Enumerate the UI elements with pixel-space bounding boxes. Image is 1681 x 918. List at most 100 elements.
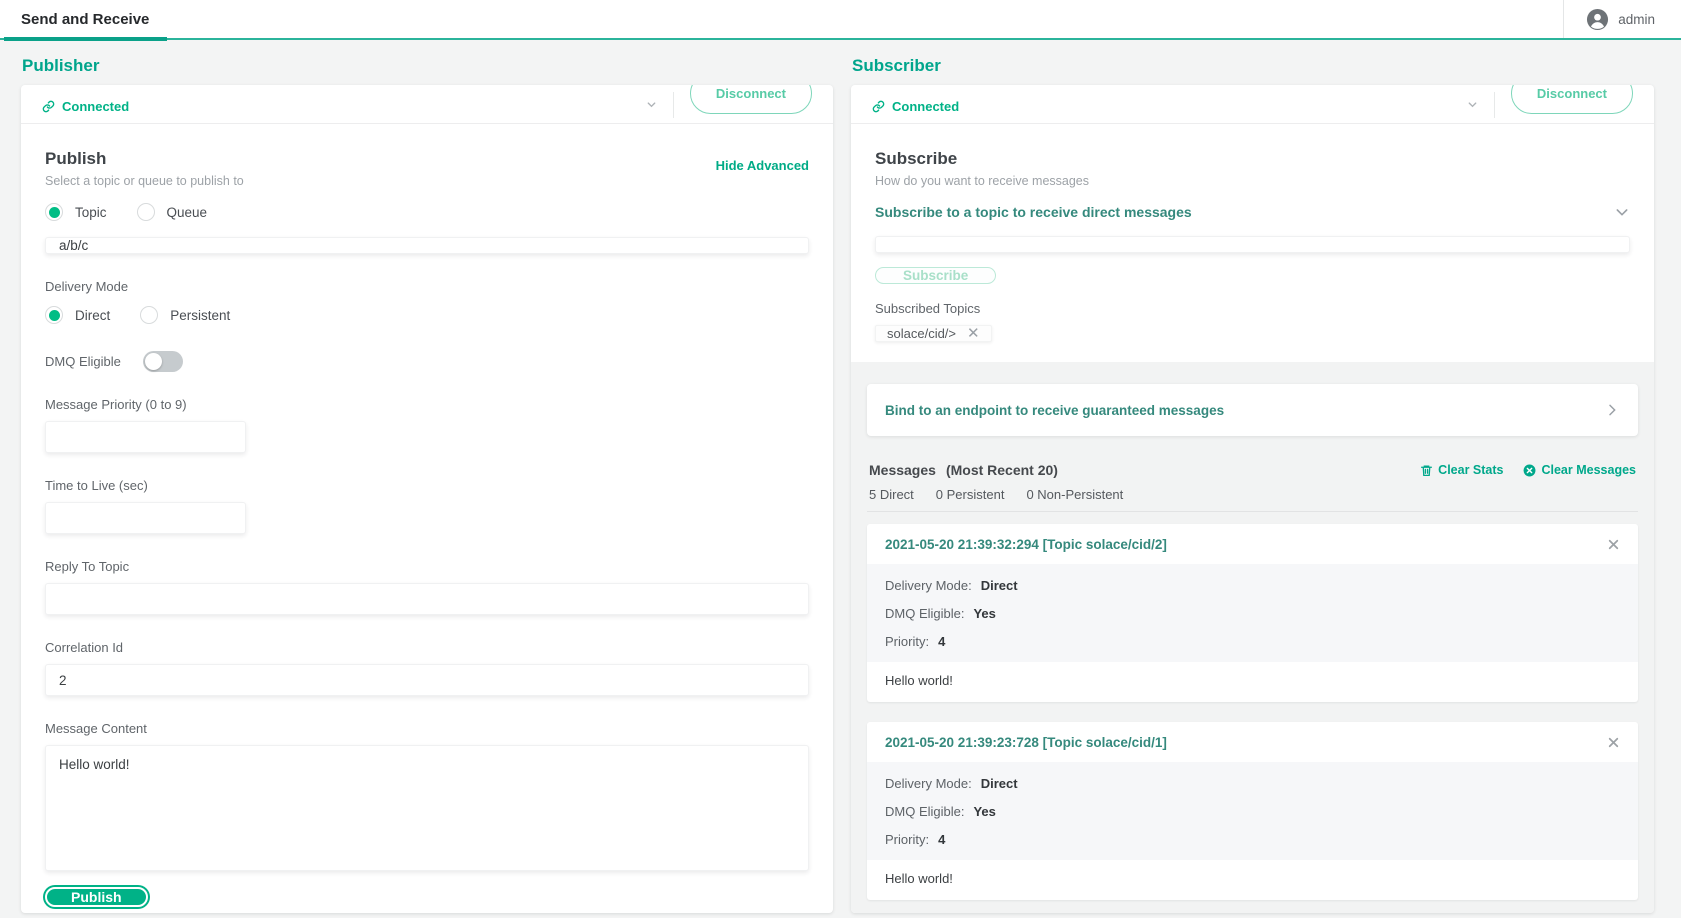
messages-header: Messages(Most Recent 20) Clear Stats — [867, 462, 1638, 478]
subscribe-topic-input[interactable] — [875, 236, 1630, 253]
radio-persistent[interactable]: Persistent — [140, 306, 230, 324]
subscriber-panel: Subscriber Connected Disconnect — [851, 40, 1654, 913]
subscriber-card: Connected Disconnect Subscribe How do yo… — [851, 85, 1654, 913]
close-icon[interactable] — [1607, 736, 1620, 749]
publisher-connection-row: Connected Disconnect — [21, 85, 833, 124]
radio-direct-dot — [45, 306, 63, 324]
reply-to-topic-field: Reply To Topic — [45, 559, 809, 615]
bind-endpoint-expander[interactable]: Bind to an endpoint to receive guarantee… — [867, 384, 1638, 436]
bind-endpoint-label: Bind to an endpoint to receive guarantee… — [885, 403, 1224, 418]
tab-send-and-receive[interactable]: Send and Receive — [4, 0, 167, 38]
content: Publisher Connected Disconnect — [0, 40, 1681, 913]
publisher-panel: Publisher Connected Disconnect — [21, 40, 833, 913]
x-circle-icon — [1523, 464, 1536, 477]
clear-stats-label: Clear Stats — [1438, 463, 1503, 477]
publish-title: Publish — [45, 149, 244, 169]
toggle-knob — [145, 353, 162, 370]
stats-divider — [867, 511, 1638, 512]
message-details: Delivery Mode:Direct DMQ Eligible:Yes Pr… — [867, 762, 1638, 860]
correlation-id-label: Correlation Id — [45, 640, 809, 655]
message-priority-input[interactable] — [45, 421, 246, 453]
subscribe-subtitle: How do you want to receive messages — [875, 174, 1630, 188]
message-field: DMQ Eligible:Yes — [885, 797, 1620, 825]
radio-topic[interactable]: Topic — [45, 203, 107, 221]
stat-persistent: 0 Persistent — [936, 487, 1005, 502]
radio-queue[interactable]: Queue — [137, 203, 208, 221]
radio-persistent-dot — [140, 306, 158, 324]
subscriber-connection-row: Connected Disconnect — [851, 85, 1654, 124]
subscriber-disconnect-button[interactable]: Disconnect — [1511, 85, 1633, 114]
direct-subscribe-label: Subscribe to a topic to receive direct m… — [875, 204, 1192, 220]
message-stats: 5 Direct 0 Persistent 0 Non-Persistent — [867, 487, 1638, 502]
message-card: 2021-05-20 21:39:23:728 [Topic solace/ci… — [867, 722, 1638, 900]
dmq-eligible-field: DMQ Eligible — [45, 351, 809, 372]
top-bar: Send and Receive admin — [0, 0, 1681, 40]
remove-topic-icon[interactable]: ✕ — [967, 326, 980, 341]
publisher-disconnect-button[interactable]: Disconnect — [690, 85, 812, 114]
subscribe-title: Subscribe — [875, 149, 1630, 169]
chevron-down-icon[interactable] — [646, 99, 657, 110]
message-body: Hello world! — [867, 662, 1638, 702]
subscriber-heading: Subscriber — [852, 56, 1654, 76]
messages-title: Messages(Most Recent 20) — [869, 462, 1058, 478]
subscriber-connection-actions: Disconnect — [1467, 90, 1633, 118]
subscribe-section: Subscribe How do you want to receive mes… — [851, 124, 1654, 913]
delivery-mode-label: Delivery Mode — [45, 279, 809, 294]
delivery-mode-field: Delivery Mode Direct Persistent — [45, 279, 809, 324]
close-icon[interactable] — [1607, 538, 1620, 551]
message-field: Priority:4 — [885, 627, 1620, 655]
clear-messages-link[interactable]: Clear Messages — [1523, 463, 1636, 477]
message-field: Delivery Mode:Direct — [885, 769, 1620, 797]
subscriber-connection-status: Connected — [872, 99, 959, 114]
message-card: 2021-05-20 21:39:32:294 [Topic solace/ci… — [867, 524, 1638, 702]
user-menu[interactable]: admin — [1564, 0, 1681, 38]
message-timestamp-link[interactable]: 2021-05-20 21:39:23:728 [Topic solace/ci… — [885, 735, 1167, 750]
publisher-connection-status: Connected — [42, 99, 129, 114]
message-field: Delivery Mode:Direct — [885, 571, 1620, 599]
publisher-card: Connected Disconnect Publish S — [21, 85, 833, 913]
message-details: Delivery Mode:Direct DMQ Eligible:Yes Pr… — [867, 564, 1638, 662]
hide-advanced-link[interactable]: Hide Advanced — [716, 158, 809, 173]
user-avatar-icon — [1586, 8, 1609, 31]
publish-section: Publish Select a topic or queue to publi… — [21, 124, 833, 913]
publish-topic-input[interactable] — [45, 237, 809, 254]
radio-queue-label: Queue — [167, 205, 208, 220]
trash-icon — [1420, 464, 1433, 477]
correlation-id-field: Correlation Id — [45, 640, 809, 696]
try-me-page: Send and Receive admin Publisher Connect… — [0, 0, 1681, 918]
publish-button[interactable]: Publish — [45, 887, 148, 907]
tab-label: Send and Receive — [21, 11, 149, 28]
stat-direct: 5 Direct — [869, 487, 914, 502]
clear-stats-link[interactable]: Clear Stats — [1420, 463, 1503, 477]
correlation-id-input[interactable] — [45, 664, 809, 696]
subscribe-button[interactable]: Subscribe — [875, 267, 996, 284]
radio-topic-dot — [45, 203, 63, 221]
link-icon — [42, 100, 55, 113]
radio-direct-label: Direct — [75, 308, 110, 323]
dmq-eligible-toggle[interactable] — [143, 351, 183, 372]
radio-persistent-label: Persistent — [170, 308, 230, 323]
reply-to-topic-input[interactable] — [45, 583, 809, 615]
message-content-textarea[interactable]: Hello world! — [45, 745, 809, 871]
stat-non-persistent: 0 Non-Persistent — [1026, 487, 1123, 502]
messages-area: Bind to an endpoint to receive guarantee… — [851, 362, 1654, 913]
chevron-down-icon[interactable] — [1467, 99, 1478, 110]
direct-subscribe-expander[interactable]: Subscribe to a topic to receive direct m… — [875, 204, 1630, 220]
time-to-live-label: Time to Live (sec) — [45, 478, 809, 493]
time-to-live-input[interactable] — [45, 502, 246, 534]
subscriber-status-label: Connected — [892, 99, 959, 114]
delivery-mode-radio-group: Direct Persistent — [45, 306, 809, 324]
button-divider — [1494, 92, 1495, 118]
message-title-row: 2021-05-20 21:39:32:294 [Topic solace/ci… — [867, 524, 1638, 564]
message-priority-label: Message Priority (0 to 9) — [45, 397, 809, 412]
reply-to-topic-label: Reply To Topic — [45, 559, 809, 574]
message-field: DMQ Eligible:Yes — [885, 599, 1620, 627]
message-priority-field: Message Priority (0 to 9) — [45, 397, 809, 453]
publisher-status-label: Connected — [62, 99, 129, 114]
username: admin — [1618, 12, 1655, 27]
radio-direct[interactable]: Direct — [45, 306, 110, 324]
message-timestamp-link[interactable]: 2021-05-20 21:39:32:294 [Topic solace/ci… — [885, 537, 1167, 552]
radio-queue-dot — [137, 203, 155, 221]
message-field: Priority:4 — [885, 825, 1620, 853]
chevron-right-icon — [1604, 402, 1620, 418]
